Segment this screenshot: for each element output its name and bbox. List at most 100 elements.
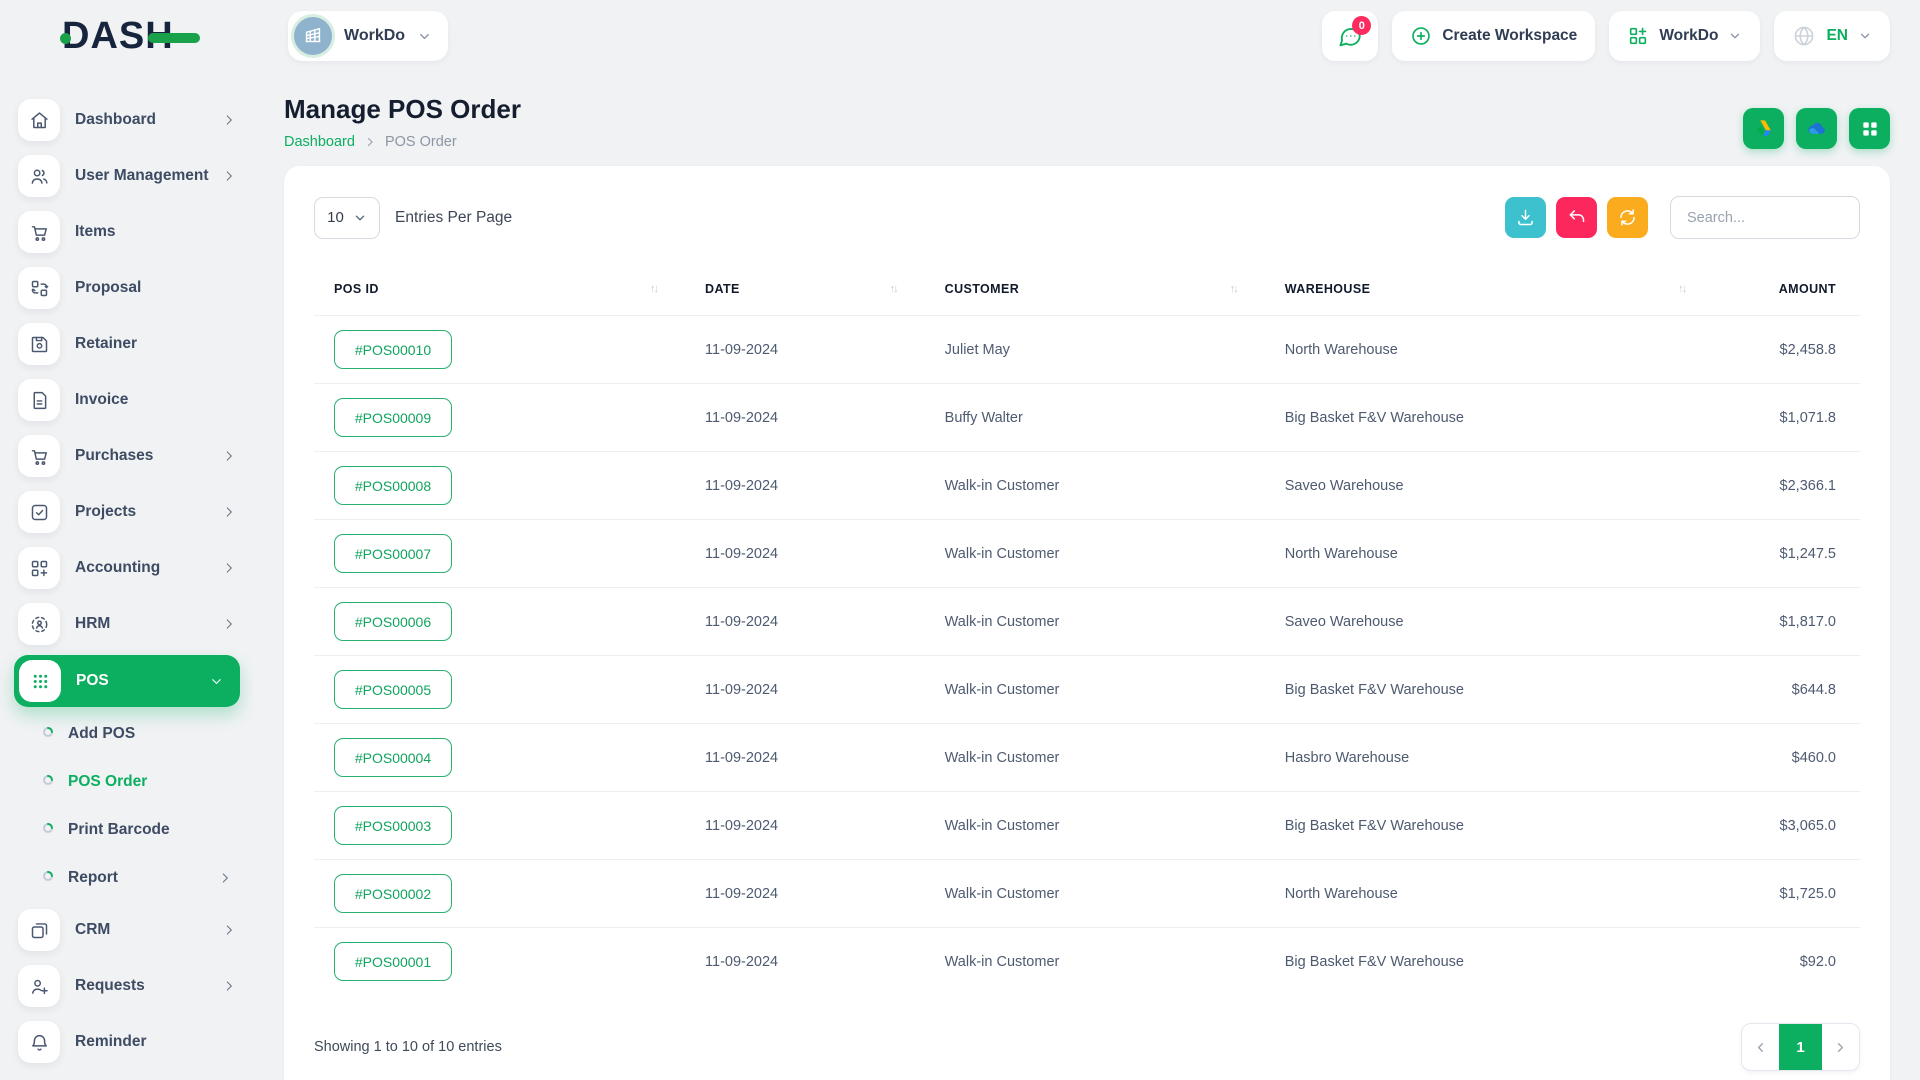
chevron-right-icon bbox=[222, 979, 236, 993]
sidebar-item-hrm[interactable]: HRM bbox=[0, 596, 254, 652]
sidebar-item-label: Reminder bbox=[75, 1033, 236, 1051]
sidebar-item-purchases[interactable]: Purchases bbox=[0, 428, 254, 484]
table-row: #POS00005 11-09-2024 Walk-in Customer Bi… bbox=[314, 656, 1860, 724]
pos-id-button[interactable]: #POS00001 bbox=[334, 942, 452, 981]
apps-grid-icon bbox=[1860, 119, 1880, 139]
table-row: #POS00010 11-09-2024 Juliet May North Wa… bbox=[314, 316, 1860, 384]
pos-id-cell: #POS00009 bbox=[314, 384, 685, 452]
next-page-button[interactable] bbox=[1822, 1024, 1859, 1070]
chevron-right-icon bbox=[222, 449, 236, 463]
sidebar-item-accounting[interactable]: Accounting bbox=[0, 540, 254, 596]
bell-icon bbox=[18, 1021, 60, 1063]
entries-per-page-select[interactable]: 10 bbox=[314, 197, 380, 239]
sidebar-item-label: Accounting bbox=[75, 559, 222, 577]
pos-id-button[interactable]: #POS00004 bbox=[334, 738, 452, 777]
column-header-label: DATE bbox=[705, 282, 740, 296]
sidebar-item-requests[interactable]: Requests bbox=[0, 958, 254, 1014]
workspace-selector[interactable]: WorkDo bbox=[288, 11, 448, 61]
create-workspace-button[interactable]: Create Workspace bbox=[1392, 11, 1595, 61]
breadcrumb-link[interactable]: Dashboard bbox=[284, 134, 355, 150]
amount-cell: $92.0 bbox=[1713, 928, 1860, 996]
sidebar-item-projects[interactable]: Projects bbox=[0, 484, 254, 540]
download-icon bbox=[1515, 207, 1536, 228]
date-cell: 11-09-2024 bbox=[685, 656, 925, 724]
refresh-button[interactable] bbox=[1607, 197, 1648, 238]
chevron-down-icon bbox=[353, 211, 367, 225]
column-header-amount[interactable]: AMOUNT bbox=[1713, 263, 1860, 316]
customer-cell: Buffy Walter bbox=[925, 384, 1265, 452]
sidebar-item-user-management[interactable]: User Management bbox=[0, 148, 254, 204]
column-header-warehouse[interactable]: WAREHOUSE↑↓ bbox=[1265, 263, 1713, 316]
warehouse-cell: North Warehouse bbox=[1265, 860, 1713, 928]
undo-button[interactable] bbox=[1556, 197, 1597, 238]
warehouse-cell: Big Basket F&V Warehouse bbox=[1265, 792, 1713, 860]
grid-plus-icon bbox=[18, 547, 60, 589]
workspace-name: WorkDo bbox=[344, 27, 405, 45]
table-row: #POS00009 11-09-2024 Buffy Walter Big Ba… bbox=[314, 384, 1860, 452]
chevron-right-icon bbox=[222, 505, 236, 519]
pos-id-cell: #POS00002 bbox=[314, 860, 685, 928]
pos-id-button[interactable]: #POS00006 bbox=[334, 602, 452, 641]
pos-id-button[interactable]: #POS00002 bbox=[334, 874, 452, 913]
warehouse-cell: North Warehouse bbox=[1265, 520, 1713, 588]
table-row: #POS00004 11-09-2024 Walk-in Customer Ha… bbox=[314, 724, 1860, 792]
language-selector[interactable]: EN bbox=[1774, 11, 1890, 61]
apps-grid-button[interactable] bbox=[1849, 108, 1890, 149]
pos-id-button[interactable]: #POS00009 bbox=[334, 398, 452, 437]
breadcrumb-separator-icon bbox=[364, 136, 376, 148]
export-button[interactable] bbox=[1505, 197, 1546, 238]
pos-id-button[interactable]: #POS00007 bbox=[334, 534, 452, 573]
language-code: EN bbox=[1826, 27, 1848, 45]
amount-cell: $3,065.0 bbox=[1713, 792, 1860, 860]
column-header-pos-id[interactable]: POS ID ↑↓ bbox=[314, 263, 685, 316]
previous-page-button[interactable] bbox=[1742, 1024, 1779, 1070]
sort-arrows-icon[interactable]: ↑↓ bbox=[1230, 283, 1237, 295]
messages-button[interactable]: 0 bbox=[1322, 11, 1378, 61]
chevron-right-icon bbox=[222, 169, 236, 183]
pos-id-button[interactable]: #POS00005 bbox=[334, 670, 452, 709]
pos-id-button[interactable]: #POS00003 bbox=[334, 806, 452, 845]
sidebar-subitem-pos-order[interactable]: POS Order bbox=[0, 758, 254, 806]
sidebar-subitem-add-pos[interactable]: Add POS bbox=[0, 710, 254, 758]
table-toolbar: 10 Entries Per Page bbox=[314, 196, 1860, 239]
brand-logo[interactable]: DASH bbox=[62, 16, 174, 56]
column-header-label: POS ID bbox=[334, 282, 379, 296]
app-menu-button[interactable]: WorkDo bbox=[1609, 11, 1760, 61]
search-input[interactable] bbox=[1670, 196, 1860, 239]
google-drive-button[interactable] bbox=[1743, 108, 1784, 149]
customer-cell: Walk-in Customer bbox=[925, 860, 1265, 928]
copy-icon bbox=[18, 909, 60, 951]
date-cell: 11-09-2024 bbox=[685, 928, 925, 996]
sidebar-item-proposal[interactable]: Proposal bbox=[0, 260, 254, 316]
sidebar-item-items[interactable]: Items bbox=[0, 204, 254, 260]
sort-arrows-icon[interactable]: ↑↓ bbox=[890, 283, 897, 295]
pos-id-button[interactable]: #POS00008 bbox=[334, 466, 452, 505]
sidebar-item-pos[interactable]: POS bbox=[0, 652, 254, 710]
sidebar-item-retainer[interactable]: Retainer bbox=[0, 316, 254, 372]
column-header-date[interactable]: DATE ↑↓ bbox=[685, 263, 925, 316]
sidebar-item-invoice[interactable]: Invoice bbox=[0, 372, 254, 428]
sidebar-item-label: Requests bbox=[75, 977, 222, 995]
chevron-left-icon bbox=[1753, 1040, 1768, 1055]
column-header-customer[interactable]: CUSTOMER↑↓ bbox=[925, 263, 1265, 316]
date-cell: 11-09-2024 bbox=[685, 384, 925, 452]
sub-bullet-icon bbox=[42, 725, 54, 743]
sidebar-item-dashboard[interactable]: Dashboard bbox=[0, 92, 254, 148]
globe-icon bbox=[1792, 24, 1816, 48]
sidebar-item-label: Proposal bbox=[75, 279, 236, 297]
pos-id-button[interactable]: #POS00010 bbox=[334, 330, 452, 369]
table-row: #POS00008 11-09-2024 Walk-in Customer Sa… bbox=[314, 452, 1860, 520]
pos-order-table: POS ID↑↓DATE↑↓CUSTOMER↑↓WAREHOUSE↑↓AMOUN… bbox=[314, 263, 1860, 995]
sidebar-subitem-print-barcode[interactable]: Print Barcode bbox=[0, 806, 254, 854]
sort-arrows-icon[interactable]: ↑↓ bbox=[650, 283, 657, 295]
sidebar-item-crm[interactable]: CRM bbox=[0, 902, 254, 958]
onedrive-button[interactable] bbox=[1796, 108, 1837, 149]
breadcrumb: DashboardPOS Order bbox=[284, 134, 521, 150]
pos-id-cell: #POS00003 bbox=[314, 792, 685, 860]
dots-grid-icon bbox=[19, 660, 61, 702]
sidebar-item-reminder[interactable]: Reminder bbox=[0, 1014, 254, 1070]
sidebar-subitem-report[interactable]: Report bbox=[0, 854, 254, 902]
onedrive-icon bbox=[1804, 116, 1829, 141]
sort-arrows-icon[interactable]: ↑↓ bbox=[1678, 283, 1685, 295]
current-page-button[interactable]: 1 bbox=[1779, 1024, 1822, 1070]
